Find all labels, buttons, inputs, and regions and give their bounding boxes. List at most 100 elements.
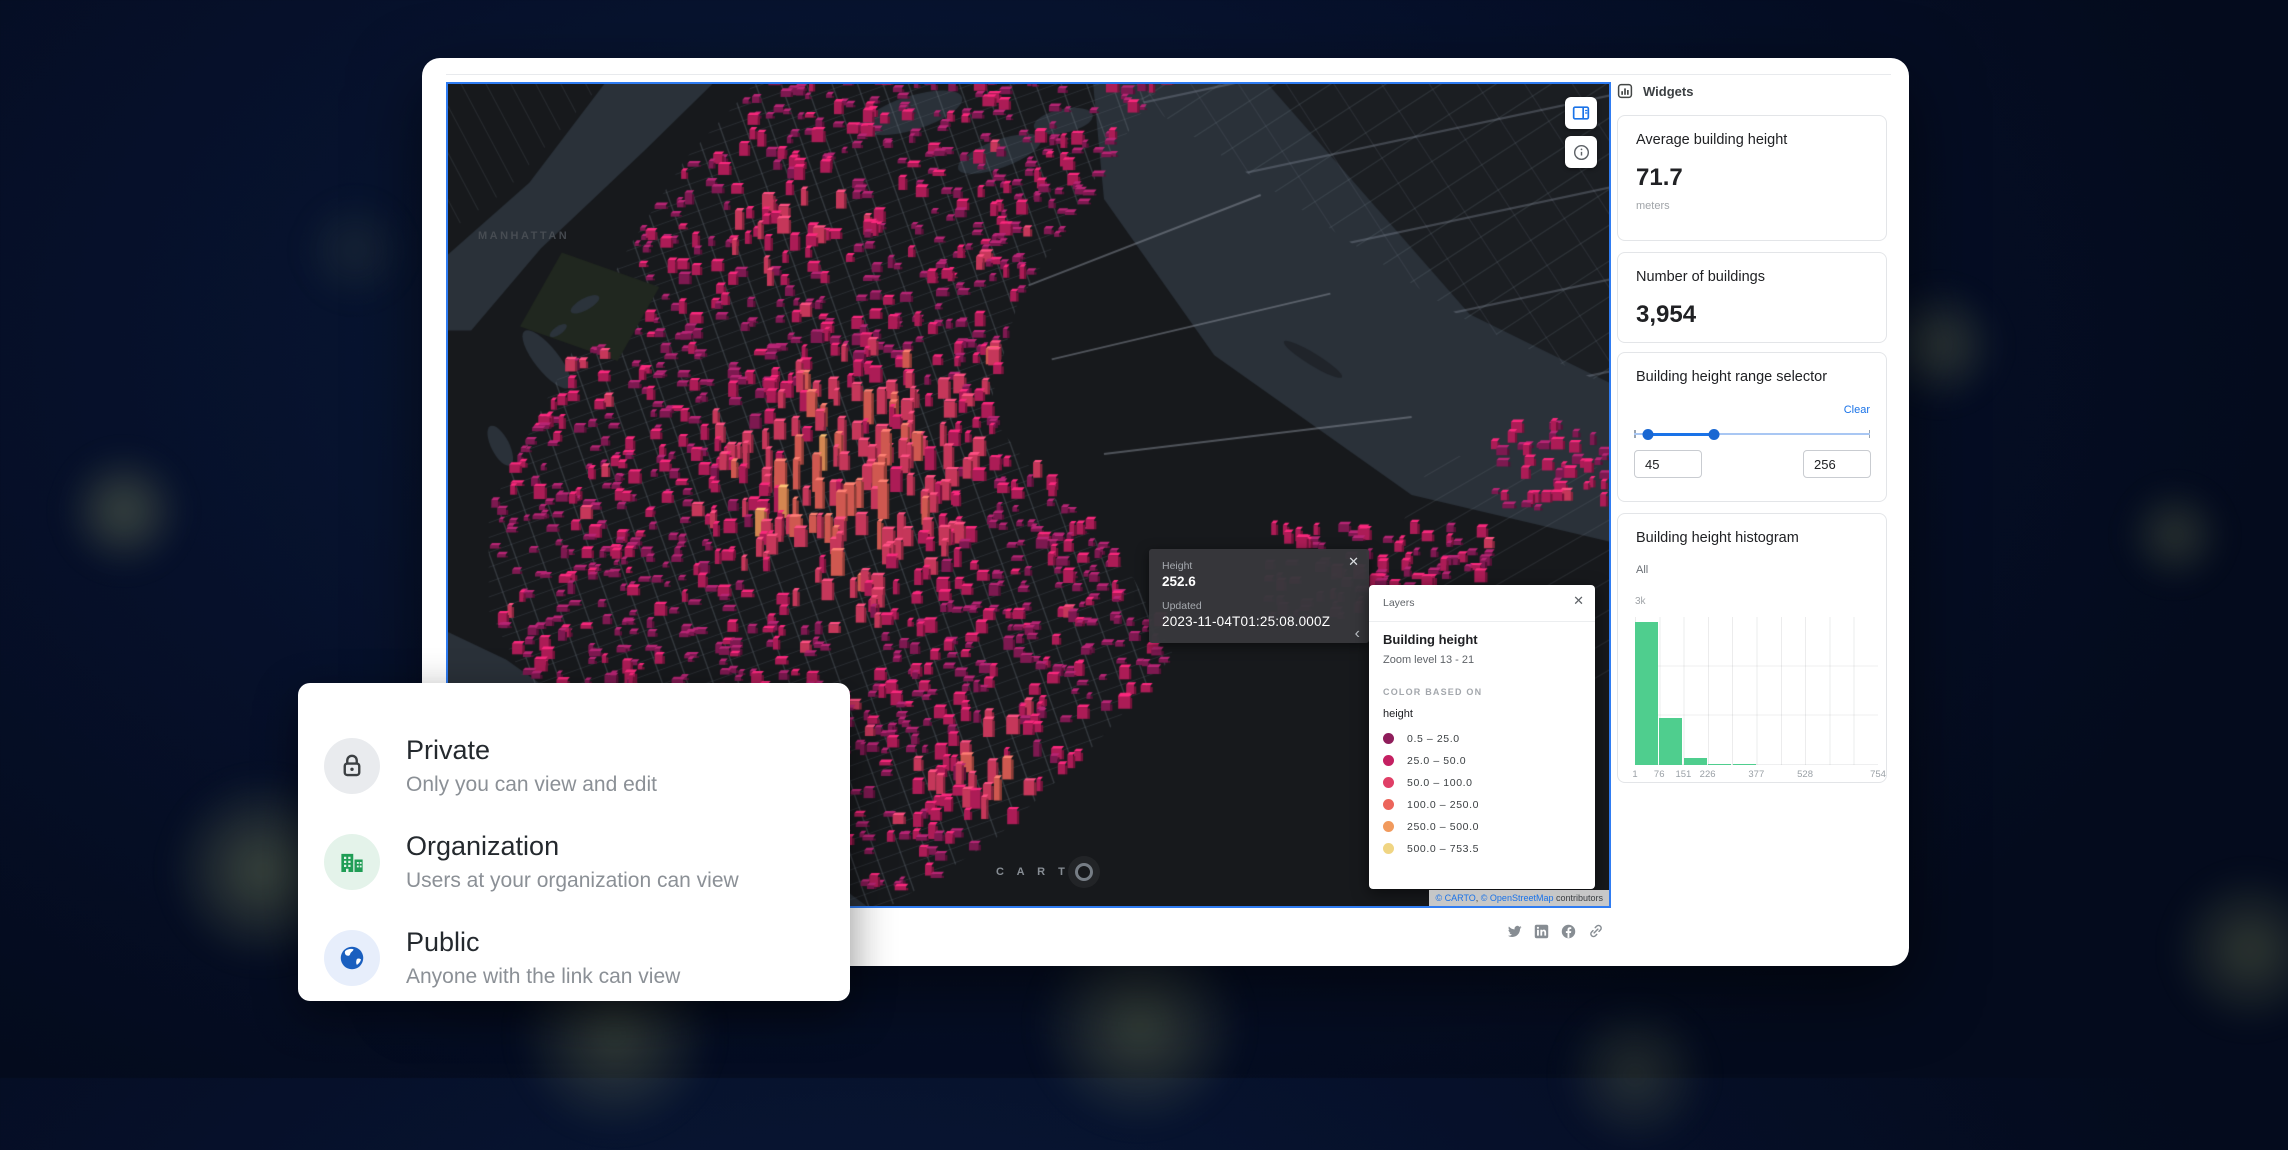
osm-attribution-link[interactable]: © OpenStreetMap bbox=[1481, 893, 1554, 903]
lock-icon bbox=[337, 751, 367, 781]
histogram-tick-label: 377 bbox=[1748, 769, 1764, 780]
share-option-description: Users at your organization can view bbox=[406, 869, 739, 892]
clear-range-button[interactable]: Clear bbox=[1844, 404, 1870, 416]
layers-panel: Layers ✕ Building height Zoom level 13 -… bbox=[1369, 585, 1595, 889]
legend-row: 100.0 – 250.0 bbox=[1383, 799, 1479, 810]
legend-row: 25.0 – 50.0 bbox=[1383, 755, 1479, 766]
legend-color-dot bbox=[1383, 821, 1394, 832]
histogram-bar[interactable] bbox=[1708, 764, 1731, 766]
share-social-row bbox=[1506, 922, 1605, 940]
share-option-organization[interactable]: OrganizationUsers at your organization c… bbox=[324, 814, 830, 910]
widget-title: Building height range selector bbox=[1636, 369, 1827, 385]
link-icon[interactable] bbox=[1587, 922, 1605, 940]
share-option-title: Public bbox=[406, 928, 680, 958]
panel-layout-icon bbox=[1571, 103, 1591, 123]
info-icon bbox=[1572, 143, 1591, 162]
legend-color-dot bbox=[1383, 777, 1394, 788]
tooltip-height-label: Height bbox=[1162, 560, 1192, 572]
facebook-icon[interactable] bbox=[1560, 923, 1577, 940]
histogram-filter-label: All bbox=[1636, 564, 1648, 576]
range-max-input[interactable] bbox=[1803, 450, 1871, 478]
range-slider bbox=[1634, 423, 1870, 445]
tooltip-updated-value: 2023-11-04T01:25:08.000Z bbox=[1162, 614, 1330, 629]
slider-active-track[interactable] bbox=[1648, 433, 1714, 436]
widget-average-building-height: Average building height 71.7 meters bbox=[1617, 115, 1887, 241]
carto-attribution-link[interactable]: © CARTO bbox=[1435, 893, 1475, 903]
globe-avatar bbox=[324, 930, 380, 986]
tooltip-height-value: 252.6 bbox=[1162, 574, 1196, 589]
background-glow bbox=[300, 195, 410, 305]
widget-title: Number of buildings bbox=[1636, 269, 1765, 285]
map-controls bbox=[1565, 97, 1597, 168]
background-glow bbox=[64, 451, 184, 571]
range-min-input[interactable] bbox=[1634, 450, 1702, 478]
layers-panel-header: Layers ✕ bbox=[1369, 585, 1595, 622]
layers-panel-title: Layers bbox=[1383, 597, 1415, 609]
widget-height-histogram: Building height histogram All 3k 1761512… bbox=[1617, 513, 1887, 783]
share-visibility-menu: Private Only you can view and edit Organiz… bbox=[298, 683, 850, 1001]
background-glow bbox=[1560, 1000, 1710, 1150]
legend-label: 250.0 – 500.0 bbox=[1407, 821, 1479, 833]
histogram-bar[interactable] bbox=[1659, 718, 1682, 765]
widget-value: 71.7 bbox=[1636, 164, 1683, 192]
histogram-tick-label: 226 bbox=[1700, 769, 1716, 780]
info-button[interactable] bbox=[1565, 136, 1597, 168]
legend-label: 50.0 – 100.0 bbox=[1407, 777, 1473, 789]
share-option-texts: OrganizationUsers at your organization c… bbox=[406, 832, 739, 892]
widget-value: 3,954 bbox=[1636, 301, 1696, 329]
histogram-bar[interactable] bbox=[1635, 622, 1658, 765]
slider-handle-max[interactable] bbox=[1709, 429, 1720, 440]
legend-row: 0.5 – 25.0 bbox=[1383, 733, 1479, 744]
widgets-header: Widgets bbox=[1617, 83, 1693, 99]
histogram-tick-label: 754 bbox=[1870, 769, 1886, 780]
layers-close-icon[interactable]: ✕ bbox=[1573, 594, 1584, 607]
color-attribute: height bbox=[1383, 708, 1413, 720]
linkedin-icon[interactable] bbox=[1533, 923, 1550, 940]
histogram-bar[interactable] bbox=[1684, 758, 1707, 765]
share-option-private[interactable]: Private Only you can view and edit bbox=[324, 718, 830, 814]
widgets-icon bbox=[1617, 83, 1633, 99]
share-option-texts: Private Only you can view and edit bbox=[406, 736, 657, 796]
background-glow bbox=[2125, 485, 2225, 585]
legend-label: 0.5 – 25.0 bbox=[1407, 733, 1460, 745]
carto-logo-ring bbox=[1075, 863, 1093, 881]
widget-number-of-buildings: Number of buildings 3,954 bbox=[1617, 252, 1887, 343]
share-option-description: Anyone with the link can view bbox=[406, 965, 680, 988]
histogram-tick-label: 76 bbox=[1654, 769, 1665, 780]
legend-color-dot bbox=[1383, 755, 1394, 766]
color-based-on-label: COLOR BASED ON bbox=[1383, 687, 1482, 697]
share-option-description: Only you can view and edit bbox=[406, 773, 657, 796]
tooltip-updated-label: Updated bbox=[1162, 600, 1202, 612]
share-option-public[interactable]: Public Anyone with the link can view bbox=[324, 910, 830, 1006]
widget-title: Building height histogram bbox=[1636, 530, 1799, 546]
legend-color-dot bbox=[1383, 733, 1394, 744]
tooltip-close-icon[interactable]: ✕ bbox=[1348, 555, 1359, 568]
layer-zoom-range: Zoom level 13 - 21 bbox=[1383, 654, 1474, 666]
background-glow bbox=[2170, 870, 2288, 1030]
histogram-ymax-label: 3k bbox=[1635, 596, 1646, 607]
twitter-icon[interactable] bbox=[1506, 923, 1523, 940]
map-place-label: MANHATTAN bbox=[478, 230, 569, 242]
widgets-header-label: Widgets bbox=[1643, 84, 1693, 99]
share-option-texts: Public Anyone with the link can view bbox=[406, 928, 680, 988]
histogram-tick-label: 151 bbox=[1675, 769, 1691, 780]
legend-label: 25.0 – 50.0 bbox=[1407, 755, 1466, 767]
map-attribution: © CARTO, © OpenStreetMap contributors bbox=[1429, 890, 1609, 906]
widget-unit: meters bbox=[1636, 200, 1670, 212]
histogram-x-axis: 176151226377528754 bbox=[1635, 769, 1878, 781]
share-option-title: Private bbox=[406, 736, 657, 766]
organization-avatar bbox=[324, 834, 380, 890]
organization-icon bbox=[337, 847, 367, 877]
legend-color-dot bbox=[1383, 799, 1394, 810]
layer-legend: 0.5 – 25.0 25.0 – 50.0 50.0 – 100.0 100.0 –… bbox=[1383, 733, 1479, 854]
attribution-suffix: contributors bbox=[1553, 893, 1603, 903]
histogram-chart[interactable] bbox=[1635, 617, 1878, 765]
histogram-bar[interactable] bbox=[1733, 764, 1756, 766]
tooltip-prev-icon[interactable]: ‹ bbox=[1355, 626, 1360, 642]
slider-handle-min[interactable] bbox=[1642, 429, 1653, 440]
feature-tooltip: Height 252.6 Updated 2023-11-04T01:25:08… bbox=[1149, 549, 1369, 643]
toggle-panel-button[interactable] bbox=[1565, 97, 1597, 129]
card-divider bbox=[446, 74, 1891, 75]
legend-label: 500.0 – 753.5 bbox=[1407, 843, 1479, 855]
legend-label: 100.0 – 250.0 bbox=[1407, 799, 1479, 811]
